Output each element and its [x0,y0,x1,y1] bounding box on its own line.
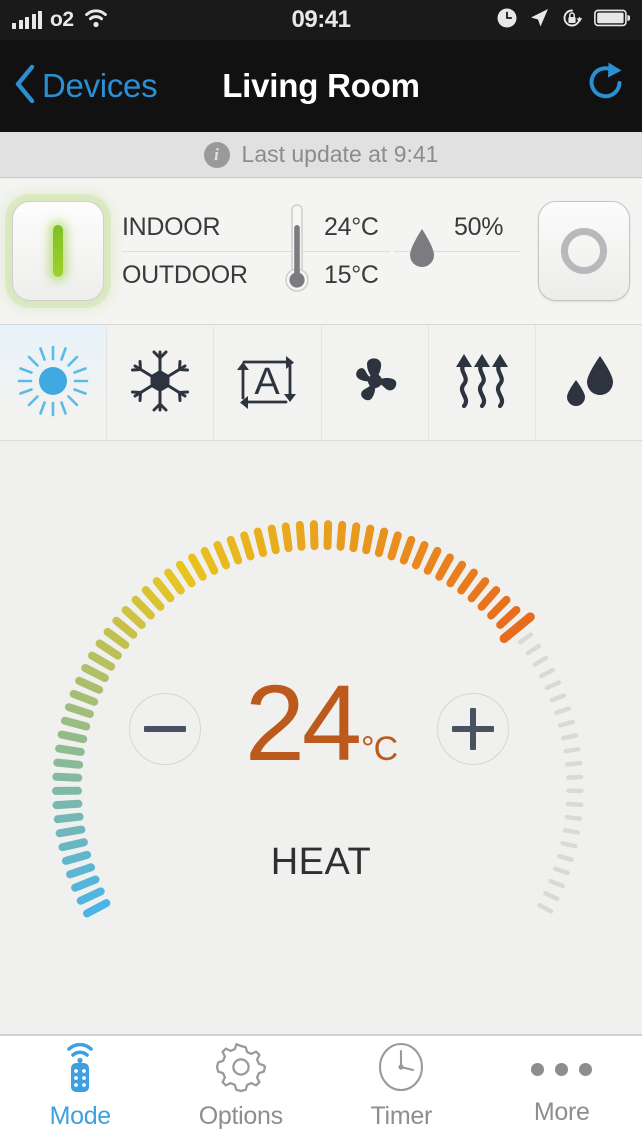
water-drop-icon [405,226,439,277]
last-update-bar: i Last update at 9:41 [0,132,642,178]
mode-button-heat-waves[interactable] [429,326,536,440]
tab-more-label: More [533,1097,590,1126]
svg-text:A: A [255,361,281,403]
current-mode-label: HEAT [270,841,372,883]
tab-options[interactable]: Options [161,1041,322,1131]
mode-button-auto[interactable]: A [214,326,322,440]
battery-icon [594,9,631,32]
readings-grid: INDOOR OUTDOOR 24°C 15°C 50% [122,203,520,300]
indoor-temperature: 24°C [324,212,379,241]
location-arrow-icon [528,7,550,34]
power-on-button[interactable] [12,201,104,301]
gear-icon [215,1041,267,1098]
refresh-button[interactable] [584,61,628,112]
remote-control-icon [53,1041,107,1098]
tab-mode-label: Mode [49,1102,112,1130]
outdoor-temperature: 15°C [324,261,379,290]
tab-timer-label: Timer [370,1102,433,1130]
target-temperature-unit: °C [360,730,398,768]
mode-selector-row: A [0,326,642,441]
ellipsis-icon [531,1046,593,1094]
auto-cycle-icon: A [232,348,302,419]
power-off-button[interactable] [538,201,630,301]
info-icon: i [203,141,230,168]
outdoor-label: OUTDOOR [122,261,248,290]
tab-timer[interactable]: Timer [321,1041,482,1131]
mode-button-heat[interactable] [0,326,108,440]
target-temperature-value: 24 [244,662,362,783]
rotation-lock-icon [560,6,584,35]
power-on-icon [53,225,63,277]
last-update-text: Last update at 9:41 [241,141,439,167]
tab-mode[interactable]: Mode [0,1041,161,1131]
indoor-label: INDOOR [122,212,221,241]
water-drops-icon [556,348,622,419]
temperature-dial-area[interactable]: 24 °C HEAT [0,441,642,1035]
status-bar-right [496,6,631,35]
status-bar: o2 09:41 [0,0,642,40]
alarm-clock-icon [496,7,518,34]
fan-icon [339,348,411,419]
target-temperature: 24 °C [0,669,642,777]
mode-button-cool[interactable] [107,326,215,440]
navigation-bar: Devices Living Room [0,40,642,132]
refresh-icon [584,62,628,111]
power-off-icon [561,228,607,274]
thermometer-icon [281,201,313,302]
sun-icon [16,344,90,423]
mode-button-fan[interactable] [322,326,429,440]
tab-options-label: Options [198,1102,283,1130]
page-title: Living Room [222,67,420,104]
clock-icon [375,1041,427,1098]
tab-bar: Mode Options Timer More [0,1035,642,1136]
heat-waves-icon [444,348,520,419]
app-root: o2 09:41 Devices Living Room i Last upda… [0,0,642,1136]
snowflake-icon [127,348,193,419]
info-panel: INDOOR OUTDOOR 24°C 15°C 50% [0,179,642,325]
mode-button-dry[interactable] [536,326,642,440]
tab-more[interactable]: More [482,1046,642,1127]
humidity-value: 50% [454,212,504,241]
